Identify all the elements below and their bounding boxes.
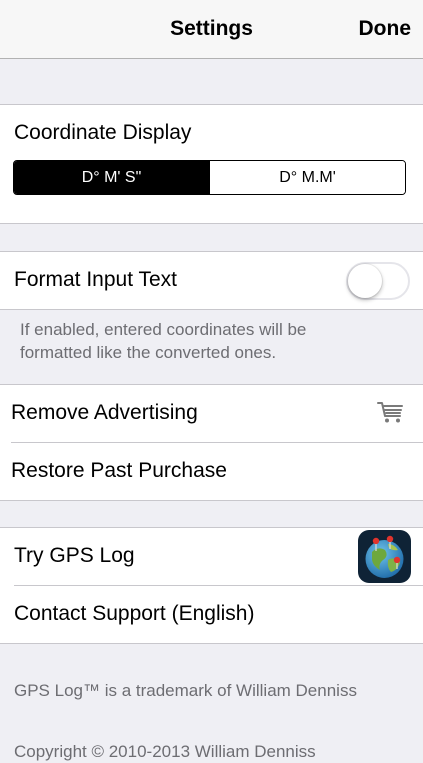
try-gps-log-row[interactable]: Try GPS Log — [0, 528, 423, 585]
restore-purchase-label: Restore Past Purchase — [11, 459, 227, 482]
contact-support-row[interactable]: Contact Support (English) — [0, 586, 423, 643]
purchases-section: Remove Advertising Restore Past Purchase — [0, 384, 423, 501]
shopping-cart-icon — [377, 402, 403, 423]
format-input-label: Format Input Text — [14, 268, 178, 291]
format-input-footer: If enabled, entered coordinates will be … — [20, 320, 307, 362]
remove-advertising-label: Remove Advertising — [11, 401, 198, 424]
done-button[interactable]: Done — [359, 17, 412, 41]
toggle-knob — [348, 264, 382, 298]
segment-dmm[interactable]: D° M.M' — [209, 161, 405, 194]
remove-advertising-row[interactable]: Remove Advertising — [0, 385, 423, 442]
trademark-text: GPS Log™ is a trademark of William Denni… — [14, 681, 357, 700]
navigation-bar: Settings Done — [0, 0, 423, 59]
format-input-section: Format Input Text — [0, 251, 423, 310]
restore-purchase-row[interactable]: Restore Past Purchase — [0, 443, 423, 500]
format-input-toggle[interactable] — [346, 262, 410, 300]
coordinate-display-label: Coordinate Display — [14, 121, 192, 144]
gps-log-app-icon[interactable] — [358, 530, 411, 583]
coordinate-format-segmented-control[interactable]: D° M' S" D° M.M' — [13, 160, 406, 195]
contact-support-label: Contact Support (English) — [14, 602, 255, 625]
links-section: Try GPS Log Contact Support (English) — [0, 527, 423, 644]
coordinate-display-section: Coordinate Display D° M' S" D° M.M' — [0, 104, 423, 224]
copyright-text: Copyright © 2010-2013 William Denniss — [14, 742, 316, 761]
try-gps-log-label: Try GPS Log — [14, 544, 135, 567]
segment-dms[interactable]: D° M' S" — [14, 161, 209, 194]
